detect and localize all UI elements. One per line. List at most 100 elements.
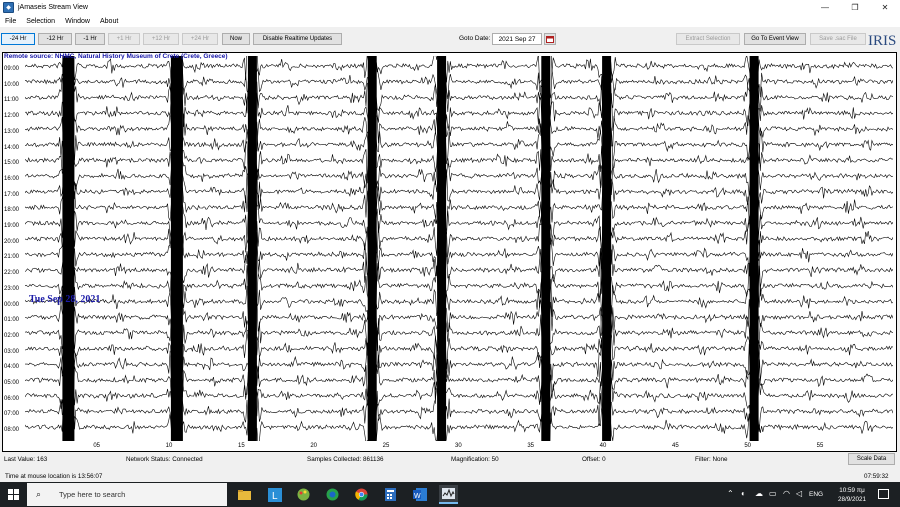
- hour-label: 09:00: [4, 66, 20, 72]
- hour-label: 21:00: [4, 254, 20, 261]
- hour-label: 00:00: [4, 301, 20, 308]
- event-band: [170, 56, 183, 441]
- taskbar-clock[interactable]: 10:59 πμ 28/9/2021: [832, 486, 872, 504]
- hour-label: 22:00: [4, 270, 20, 277]
- battery-icon[interactable]: ▭: [769, 489, 777, 498]
- minimize-button[interactable]: —: [810, 0, 840, 15]
- hour-label: 02:00: [4, 332, 20, 339]
- maps-icon[interactable]: [323, 485, 342, 504]
- hour-label: 10:00: [4, 81, 20, 88]
- plus-1hr-button[interactable]: +1 Hr: [108, 33, 140, 45]
- helicorder-plot[interactable]: [25, 56, 893, 441]
- minus-1hr-button[interactable]: -1 Hr: [75, 33, 105, 45]
- hour-label: 18:00: [4, 207, 20, 214]
- plus-24hr-button[interactable]: +24 Hr: [182, 33, 218, 45]
- wifi-icon[interactable]: ◠: [783, 489, 790, 498]
- hour-label: 14:00: [4, 144, 20, 151]
- network-status: Network Status: Connected: [126, 456, 203, 463]
- source-label: Remote source: NHMC, Natural History Mus…: [4, 53, 228, 60]
- hour-label: 15:00: [4, 160, 20, 167]
- trace-line: [25, 364, 893, 431]
- search-icon: ⌕: [36, 489, 42, 499]
- utc-clock: 07:59:32: [864, 473, 889, 480]
- minute-label: 10: [165, 443, 173, 449]
- notification-icon[interactable]: [878, 489, 889, 499]
- chevron-up-icon[interactable]: ⌃: [727, 489, 734, 498]
- menu-selection[interactable]: Selection: [21, 18, 60, 25]
- hour-label: 11:00: [4, 97, 19, 104]
- minus-12hr-button[interactable]: -12 Hr: [38, 33, 72, 45]
- hour-axis: 09:00 10:00 11:00 12:00 13:00 14:00 15:00 16:00…: [2, 0, 26, 507]
- title-bar: ◆ jAmaseis Stream View — ❐ ✕: [0, 0, 900, 15]
- extract-selection-button[interactable]: Extract Selection: [676, 33, 740, 45]
- calculator-icon[interactable]: [381, 485, 400, 504]
- now-button[interactable]: Now: [222, 33, 250, 45]
- hour-label: 13:00: [4, 128, 20, 135]
- hour-label: 16:00: [4, 175, 20, 182]
- minute-label: 25: [382, 443, 390, 449]
- calendar-button[interactable]: [544, 33, 556, 45]
- minute-label: 05: [93, 443, 101, 449]
- hour-label: 07:00: [4, 411, 20, 418]
- file-explorer-icon[interactable]: [235, 485, 254, 504]
- trace-line: [25, 249, 893, 326]
- svg-text:W: W: [414, 493, 421, 500]
- trace-line: [25, 152, 893, 229]
- save-sac-file-button[interactable]: Save .sac File: [810, 33, 866, 45]
- maximize-button[interactable]: ❐: [840, 0, 870, 15]
- language-indicator[interactable]: ENG: [809, 491, 823, 498]
- search-placeholder: Type here to search: [59, 490, 126, 499]
- taskbar-time: 10:59 πμ: [839, 487, 865, 494]
- hour-label: 01:00: [4, 317, 20, 324]
- hour-label: 19:00: [4, 223, 20, 229]
- minute-axis: 05 10 15 20 25 30 35 40 45 50 55: [0, 443, 900, 451]
- menu-bar: File Selection Window About: [0, 15, 900, 27]
- event-band: [749, 56, 759, 441]
- samples-status: Samples Collected: 861136: [307, 456, 384, 463]
- menu-about[interactable]: About: [95, 18, 123, 25]
- offset-status: Offset: 0: [582, 456, 606, 463]
- chrome-icon[interactable]: [352, 485, 371, 504]
- go-to-event-view-button[interactable]: Go To Event View: [744, 33, 806, 45]
- disable-realtime-button[interactable]: Disable Realtime Updates: [253, 33, 342, 45]
- trace-line: [25, 56, 893, 98]
- date-annotation: Tue Sep 28, 2021: [29, 294, 101, 305]
- trace-line: [25, 267, 893, 338]
- hour-label: 23:00: [4, 285, 20, 292]
- minute-label: 40: [599, 443, 607, 449]
- calendar-icon: [546, 35, 554, 43]
- hour-label: 08:00: [4, 427, 20, 434]
- minute-label: 55: [816, 443, 824, 449]
- window-title: jAmaseis Stream View: [18, 4, 88, 11]
- hour-label: 12:00: [4, 113, 20, 120]
- event-band: [541, 56, 551, 441]
- word-icon[interactable]: W: [410, 485, 429, 504]
- hour-label: 05:00: [4, 380, 20, 386]
- edge-icon[interactable]: ◐: [741, 489, 746, 498]
- minute-label: 45: [672, 443, 679, 449]
- cloud-icon[interactable]: ☁: [755, 489, 763, 498]
- svg-text:L: L: [272, 491, 278, 502]
- app-l-icon[interactable]: L: [265, 485, 284, 504]
- trace-line: [25, 324, 893, 398]
- close-button[interactable]: ✕: [870, 0, 900, 15]
- scale-data-button[interactable]: Scale Data: [848, 453, 895, 465]
- trace-line: [25, 297, 893, 371]
- iris-logo: IRIS: [868, 33, 897, 49]
- event-band: [367, 56, 377, 441]
- volume-icon[interactable]: ◁: [796, 489, 802, 498]
- jamaseis-taskbar-icon[interactable]: [439, 485, 458, 504]
- taskbar-date: 28/9/2021: [837, 496, 866, 503]
- hour-label: 17:00: [4, 191, 20, 198]
- taskbar-search[interactable]: ⌕ Type here to search: [27, 483, 227, 506]
- minute-label: 50: [744, 443, 752, 449]
- event-band: [437, 56, 447, 441]
- event-band: [62, 56, 75, 441]
- plus-12hr-button[interactable]: +12 Hr: [143, 33, 179, 45]
- taskbar: ⌕ Type here to search L W ⌃ ◐ ☁ ▭ ◠ ◁ EN…: [0, 482, 900, 507]
- menu-window[interactable]: Window: [60, 18, 95, 25]
- trace-line: [25, 110, 893, 179]
- paint-icon[interactable]: [294, 485, 313, 504]
- trace-line: [25, 338, 893, 418]
- goto-date-field[interactable]: 2021 Sep 27: [492, 33, 542, 45]
